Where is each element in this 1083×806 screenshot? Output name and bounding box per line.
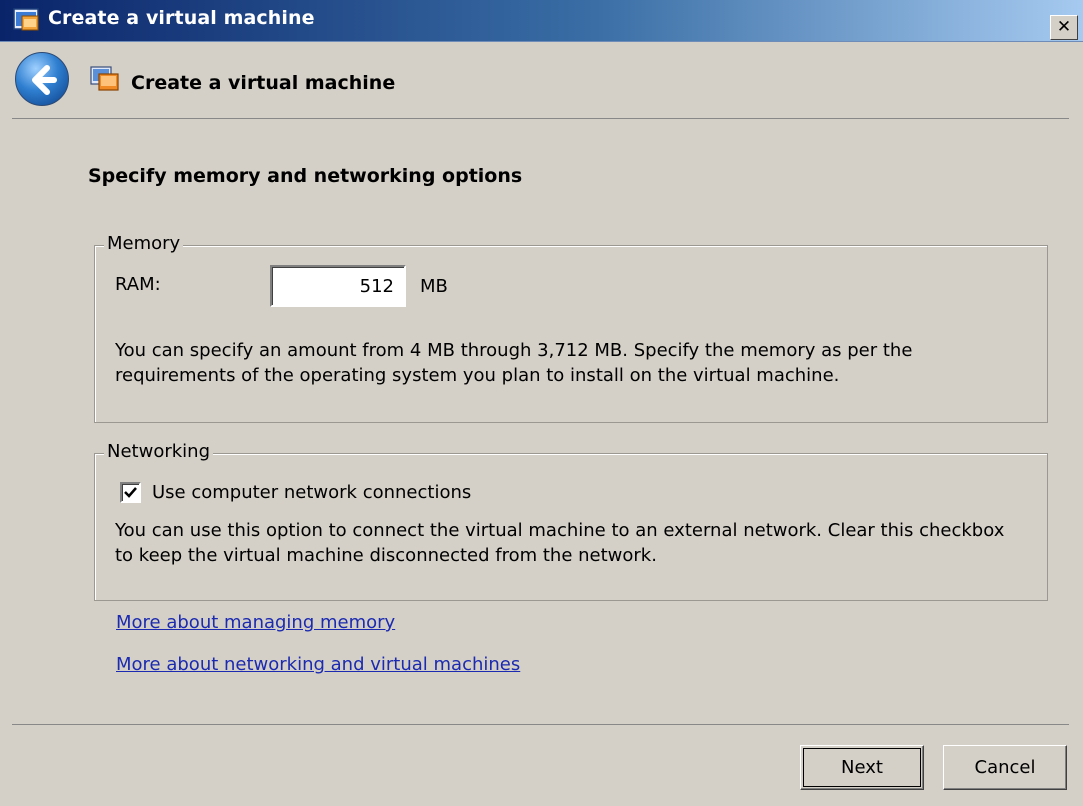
wizard-header: Create a virtual machine	[0, 42, 1083, 120]
ram-unit-label: MB	[420, 276, 448, 297]
network-connections-checkbox[interactable]	[120, 482, 141, 503]
virtual-machine-icon	[90, 64, 120, 94]
ram-input[interactable]	[270, 265, 406, 307]
window-title: Create a virtual machine	[48, 7, 315, 29]
networking-help-text: You can use this option to connect the v…	[115, 520, 1005, 566]
memory-help-text: You can specify an amount from 4 MB thro…	[115, 340, 913, 386]
virtual-machine-icon	[12, 6, 44, 36]
ram-label: RAM:	[115, 274, 161, 295]
networking-help-link[interactable]: More about networking and virtual machin…	[116, 654, 520, 675]
memory-help-link[interactable]: More about managing memory	[116, 612, 395, 633]
cancel-button[interactable]: Cancel	[943, 745, 1067, 790]
title-bar: Create a virtual machine ✕	[0, 0, 1083, 42]
close-icon: ✕	[1056, 17, 1072, 37]
network-connections-label[interactable]: Use computer network connections	[152, 482, 471, 503]
wizard-content: Specify memory and networking options Me…	[12, 118, 1069, 725]
next-button[interactable]: Next	[800, 745, 924, 790]
networking-group-legend: Networking	[104, 441, 213, 462]
step-title: Specify memory and networking options	[88, 165, 523, 187]
checkmark-icon	[124, 487, 137, 498]
back-button[interactable]	[15, 52, 69, 106]
memory-group-legend: Memory	[104, 233, 184, 254]
back-arrow-icon	[32, 65, 57, 95]
memory-group: Memory RAM: MB You can specify an amount…	[94, 233, 1048, 423]
wizard-title: Create a virtual machine	[131, 72, 396, 94]
networking-group: Networking Use computer network connecti…	[94, 441, 1048, 601]
close-button[interactable]: ✕	[1050, 15, 1078, 40]
